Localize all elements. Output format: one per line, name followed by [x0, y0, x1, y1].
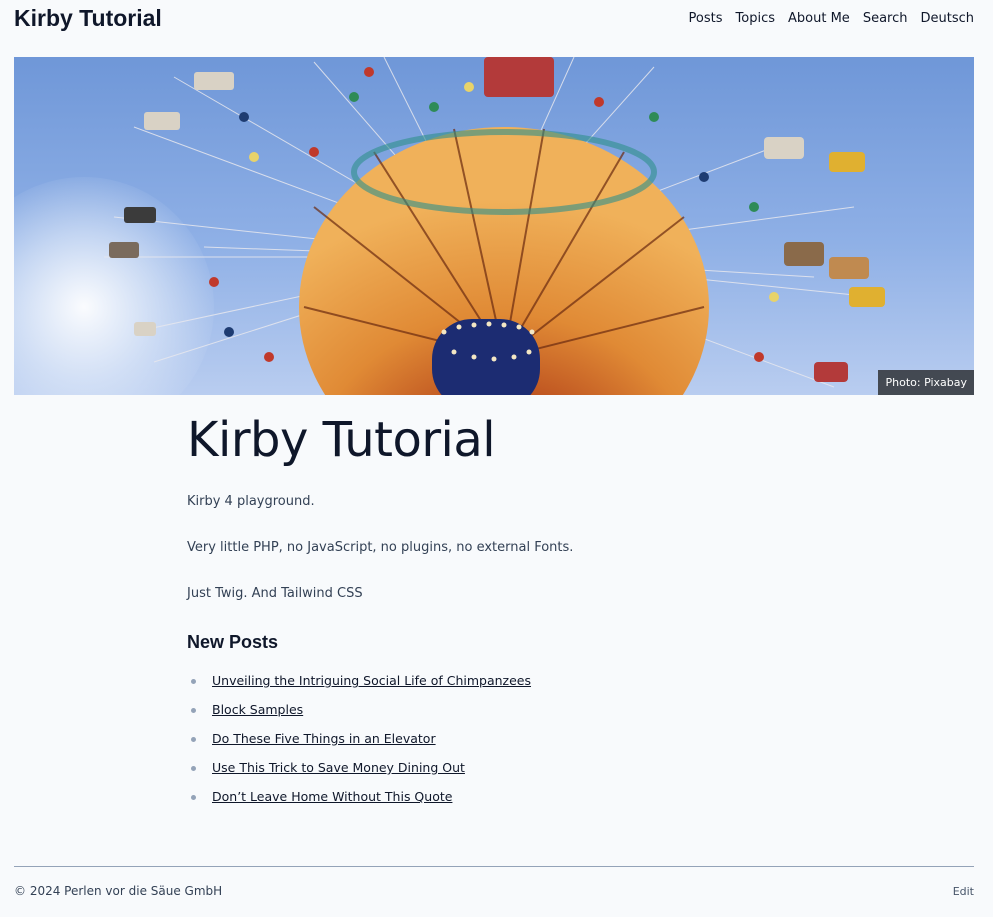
bullet-icon [191, 737, 196, 742]
list-item: Unveiling the Intriguing Social Life of … [187, 673, 807, 702]
bullet-icon [191, 679, 196, 684]
site-header: Kirby Tutorial Posts Topics About Me Sea… [14, 0, 974, 40]
photo-credit: Photo: Pixabay [878, 370, 974, 395]
main-nav: Posts Topics About Me Search Deutsch [689, 11, 974, 26]
post-link[interactable]: Use This Trick to Save Money Dining Out [212, 760, 465, 775]
bullet-icon [191, 766, 196, 771]
bullet-icon [191, 708, 196, 713]
list-item: Do These Five Things in an Elevator [187, 731, 807, 760]
bullet-icon [191, 795, 196, 800]
copyright-text: © 2024 Perlen vor die Säue GmbH [14, 884, 223, 898]
intro-text: Kirby 4 playground. Very little PHP, no … [187, 494, 807, 601]
new-posts-heading: New Posts [187, 632, 279, 652]
intro-paragraph: Very little PHP, no JavaScript, no plugi… [187, 540, 574, 555]
hero-image: Photo: Pixabay [14, 57, 974, 395]
carousel-center-column [432, 319, 540, 395]
nav-link-posts[interactable]: Posts [689, 11, 723, 26]
swing-carousel-illustration [104, 57, 885, 395]
site-title-link[interactable]: Kirby Tutorial [14, 5, 162, 32]
list-item: Use This Trick to Save Money Dining Out [187, 760, 807, 789]
footer-divider [14, 866, 974, 867]
nav-link-search[interactable]: Search [863, 11, 908, 26]
nav-link-topics[interactable]: Topics [736, 11, 775, 26]
main-content: Kirby Tutorial Kirby 4 playground. Very … [187, 412, 807, 818]
nav-link-about-me[interactable]: About Me [788, 11, 850, 26]
post-link[interactable]: Block Samples [212, 702, 303, 717]
intro-paragraph: Just Twig. And Tailwind CSS [187, 586, 363, 601]
post-link[interactable]: Do These Five Things in an Elevator [212, 731, 436, 746]
list-item: Block Samples [187, 702, 807, 731]
page-title: Kirby Tutorial [187, 412, 496, 468]
edit-link[interactable]: Edit [953, 885, 974, 898]
post-link[interactable]: Don’t Leave Home Without This Quote [212, 789, 452, 804]
nav-link-language[interactable]: Deutsch [920, 11, 974, 26]
post-link[interactable]: Unveiling the Intriguing Social Life of … [212, 673, 531, 688]
new-posts-list: Unveiling the Intriguing Social Life of … [187, 673, 807, 818]
list-item: Don’t Leave Home Without This Quote [187, 789, 807, 818]
intro-paragraph: Kirby 4 playground. [187, 494, 315, 509]
site-footer: © 2024 Perlen vor die Säue GmbH Edit [14, 884, 974, 898]
